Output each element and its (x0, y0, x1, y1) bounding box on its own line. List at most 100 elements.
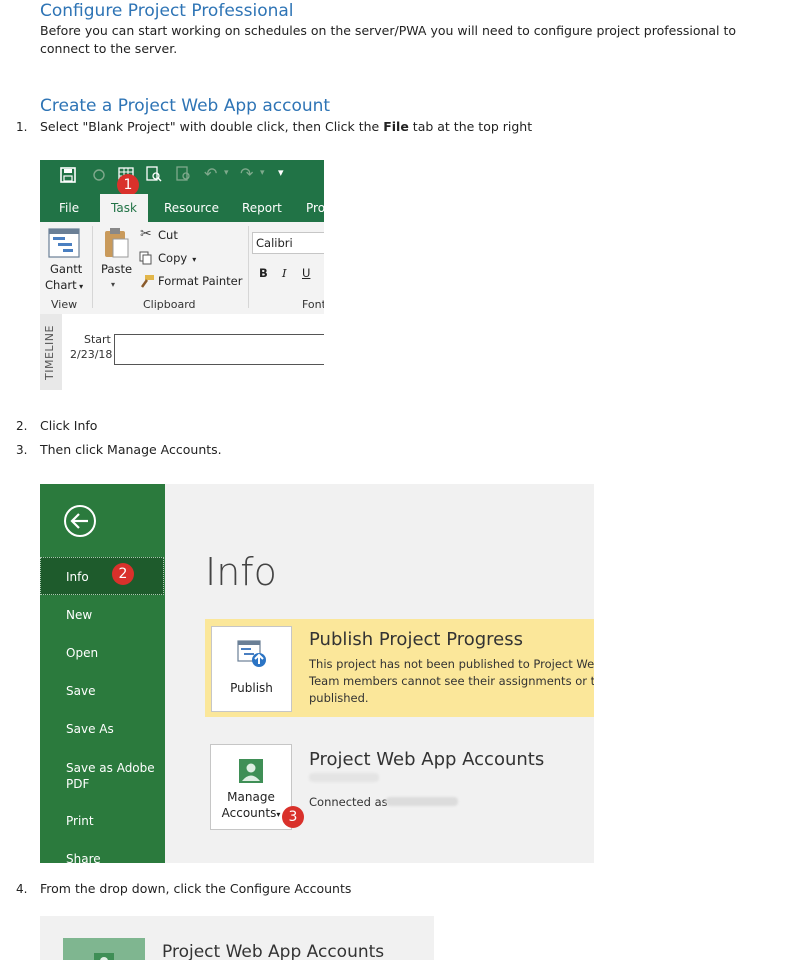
redacted-account (386, 797, 458, 806)
gantt-label-2[interactable]: Chart ▾ (45, 278, 83, 292)
publish-icon (237, 640, 266, 667)
timeline-bar[interactable] (114, 334, 324, 365)
nav-selected-highlight (40, 557, 164, 595)
step-number: 4. (16, 882, 28, 896)
ribbon-tabs: File Task Resource Report Pro (40, 194, 324, 222)
publish-label: Publish (230, 681, 273, 695)
format-painter-icon[interactable] (139, 274, 155, 288)
tab-project[interactable]: Pro (306, 194, 324, 222)
step-number: 3. (16, 443, 28, 457)
copy-label: Copy (158, 251, 188, 265)
nav-print[interactable]: Print (66, 814, 94, 828)
gantt-chart-icon[interactable] (48, 228, 80, 258)
nav-share[interactable]: Share (66, 852, 101, 863)
manage-label-2: Accounts▾ (211, 806, 291, 820)
italic-button[interactable]: I (282, 266, 287, 280)
tab-task[interactable]: Task (100, 194, 148, 222)
account-icon (94, 953, 114, 960)
redo-icon[interactable]: ↷ (240, 164, 253, 183)
manage-label-text: Accounts (221, 806, 277, 820)
group-label-clipboard: Clipboard (143, 298, 196, 311)
step-badge-3: 3 (282, 806, 304, 828)
print-preview-icon[interactable] (146, 166, 162, 182)
nav-save-as-pdf[interactable]: Save as Adobe PDF (66, 760, 156, 792)
nav-open[interactable]: Open (66, 646, 98, 660)
chevron-down-icon: ▾ (276, 810, 281, 819)
chevron-down-icon[interactable]: ▾ (260, 168, 265, 178)
back-arrow-icon[interactable] (63, 504, 97, 538)
chevron-down-icon: ▾ (76, 282, 84, 291)
gantt-label-1[interactable]: Gantt (50, 262, 82, 276)
tab-report[interactable]: Report (242, 194, 282, 222)
refresh-icon[interactable] (92, 167, 106, 183)
redacted-text (309, 773, 379, 782)
find-icon[interactable] (176, 166, 192, 182)
paste-button[interactable]: Paste (101, 262, 132, 276)
group-divider (248, 226, 249, 308)
backstage-screenshot: Info New Open Save Save As Save as Adobe… (40, 484, 594, 863)
manage-label-1: Manage (227, 790, 275, 804)
nav-new[interactable]: New (66, 608, 92, 622)
connected-as-label: Connected as (309, 795, 388, 809)
publish-line-2: Team members cannot see their assignment… (309, 674, 594, 688)
publish-line-3: published. (309, 691, 369, 705)
quick-access-toolbar: ↶ ▾ ↷ ▾ ▾ 1 (40, 160, 324, 196)
tab-file[interactable]: File (59, 194, 79, 222)
ribbon-screenshot: ↶ ▾ ↷ ▾ ▾ 1 File Task Resource Report Pr… (40, 160, 324, 390)
ribbon-body: Gantt Chart ▾ Paste ▾ ✂ Cut Copy ▾ Forma… (40, 222, 324, 315)
info-title: Info (205, 550, 277, 594)
save-icon[interactable] (60, 167, 76, 183)
chevron-down-icon[interactable]: ▾ (111, 280, 115, 289)
step-text-part: tab at the top right (408, 119, 533, 134)
heading-create-pwa-account: Create a Project Web App account (40, 96, 331, 116)
clipboard-icon[interactable] (102, 227, 130, 259)
heading-configure-project: Configure Project Professional (40, 1, 294, 21)
copy-button[interactable]: Copy ▾ (158, 251, 196, 265)
font-name-box[interactable]: Calibri (252, 232, 324, 254)
account-tile[interactable] (63, 938, 145, 960)
intro-paragraph: Before you can start working on schedule… (40, 23, 737, 56)
step-badge-1: 1 (117, 174, 139, 196)
customize-toolbar-icon[interactable]: ▾ (278, 166, 284, 179)
step-bold-word: File (383, 119, 409, 134)
group-label-view: View (51, 298, 78, 311)
undo-icon[interactable]: ↶ (204, 164, 217, 183)
dropdown-screenshot: Project Web App Accounts (40, 916, 434, 960)
step-1-text: Select "Blank Project" with double click… (40, 119, 532, 134)
timeline-label: TIMELINE (42, 325, 56, 380)
timeline-sidebar: TIMELINE (40, 314, 62, 390)
backstage-nav: Info New Open Save Save As Save as Adobe… (40, 484, 165, 863)
timeline-area: TIMELINE Start 2/23/18 (40, 314, 324, 390)
bold-button[interactable]: B (259, 266, 268, 280)
underline-button[interactable]: U (302, 266, 310, 280)
step-number: 2. (16, 419, 28, 433)
format-painter-button[interactable]: Format Painter (158, 274, 242, 288)
start-date: 2/23/18 (70, 348, 113, 361)
nav-save[interactable]: Save (66, 684, 95, 698)
scissors-icon[interactable]: ✂ (140, 226, 152, 242)
tab-resource[interactable]: Resource (164, 194, 219, 222)
group-label-font: Font (302, 298, 324, 311)
start-label: Start (84, 333, 111, 346)
copy-icon[interactable] (139, 251, 153, 265)
nav-info[interactable]: Info (66, 570, 89, 584)
pwa-accounts-heading: Project Web App Accounts (309, 749, 545, 770)
publish-button[interactable]: Publish (211, 626, 292, 712)
step-text-part: Select "Blank Project" with double click… (40, 119, 384, 134)
dropdown-pwa-heading: Project Web App Accounts (162, 942, 385, 960)
chevron-down-icon: ▾ (187, 255, 197, 264)
gantt-label-text: Chart (45, 278, 77, 292)
step-number: 1. (16, 120, 28, 134)
publish-heading: Publish Project Progress (309, 629, 524, 650)
chevron-down-icon[interactable]: ▾ (224, 168, 229, 178)
step-2-text: Click Info (40, 418, 98, 433)
publish-line-1: This project has not been published to P… (309, 657, 594, 671)
account-icon (239, 759, 263, 783)
step-4-text: From the drop down, click the Configure … (40, 881, 352, 896)
group-divider (92, 226, 93, 308)
step-badge-2: 2 (112, 563, 134, 585)
manage-accounts-button[interactable]: Manage Accounts▾ (210, 744, 292, 830)
nav-save-as[interactable]: Save As (66, 722, 114, 736)
cut-button[interactable]: Cut (158, 228, 178, 242)
step-3-text: Then click Manage Accounts. (40, 442, 222, 457)
